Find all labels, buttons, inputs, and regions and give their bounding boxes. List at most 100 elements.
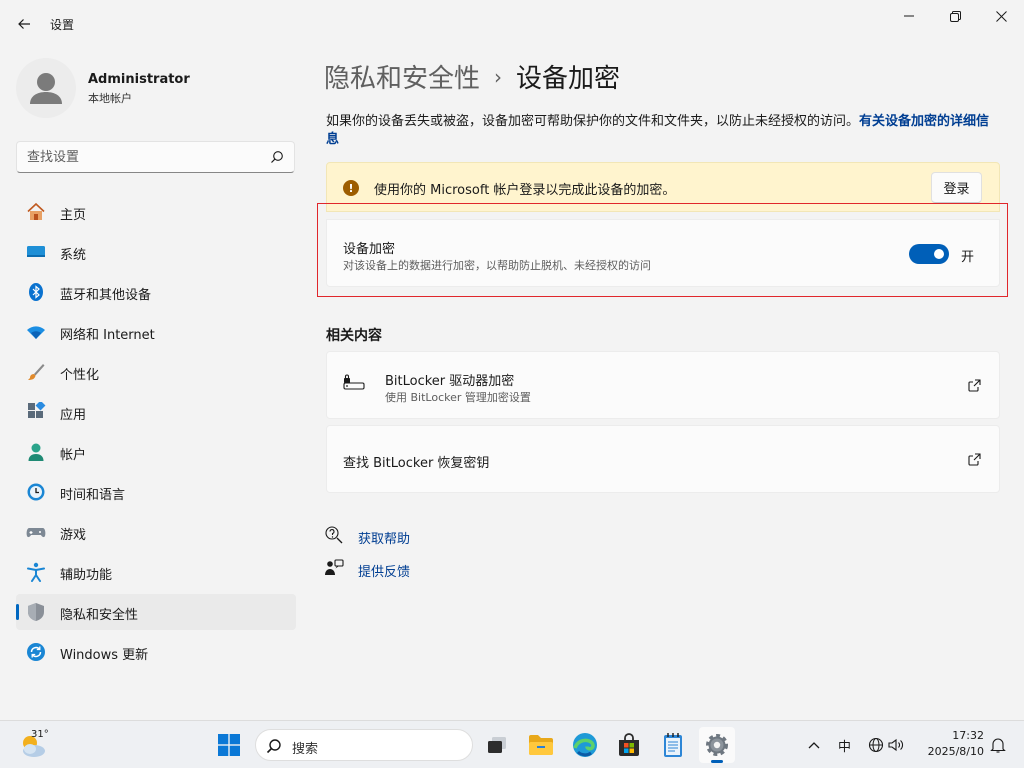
shield-icon [26,602,46,622]
sidebar-item-label: 系统 [60,248,87,263]
display-icon [26,242,46,262]
clock-date: 2025/8/10 [927,745,984,758]
page-description: 如果你的设备丢失或被盗，设备加密可帮助保护你的文件和文件夹，以防止未经授权的访问… [326,113,996,149]
brush-icon [26,362,46,382]
give-feedback-link[interactable]: 提供反馈 [324,559,410,581]
gamepad-icon [26,522,46,542]
notifications-button[interactable] [986,727,1010,763]
search-input[interactable] [27,148,257,166]
wifi-icon [26,322,46,342]
find-recovery-key-link[interactable]: 查找 BitLocker 恢复密钥 [326,425,1000,493]
card-subtitle: 使用 BitLocker 管理加密设置 [385,391,531,404]
help-icon [324,525,344,549]
store-button[interactable] [611,727,647,763]
sidebar-item-accounts[interactable]: 帐户 [16,434,296,470]
sidebar-item-label: 隐私和安全性 [60,608,139,623]
sidebar-item-label: 游戏 [60,528,87,543]
related-section-title: 相关内容 [326,328,382,344]
taskbar: 31° 搜索 中 17:32 2025/8/10 [0,720,1024,768]
external-link-icon [968,453,981,470]
file-explorer-button[interactable] [523,727,559,763]
sidebar-item-label: 网络和 Internet [60,328,155,343]
maximize-button[interactable] [932,0,978,32]
accessibility-icon [26,562,46,582]
sidebar-nav: 主页 系统 蓝牙和其他设备 网络和 Internet 个性化 应用 帐户 时间和… [16,194,296,674]
store-icon [619,733,639,756]
taskbar-search[interactable]: 搜索 [255,729,473,761]
search-icon [271,151,283,163]
sidebar-item-accessibility[interactable]: 辅助功能 [16,554,296,590]
user-avatar-icon [30,73,62,104]
sidebar-item-bluetooth[interactable]: 蓝牙和其他设备 [16,274,296,310]
gear-icon [706,734,728,756]
apps-icon [26,402,46,422]
give-feedback-label: 提供反馈 [358,564,411,580]
ime-indicator[interactable]: 中 [838,736,851,755]
get-help-label: 获取帮助 [358,531,411,547]
account-type: 本地帐户 [88,92,132,105]
arrow-left-icon [18,19,30,29]
sidebar-item-network[interactable]: 网络和 Internet [16,314,296,350]
breadcrumb-parent[interactable]: 隐私和安全性 [324,58,480,95]
external-link-icon [968,379,981,396]
breadcrumb-separator: › [494,64,503,89]
sidebar-item-label: 辅助功能 [60,568,113,583]
user-name: Administrator [88,72,190,87]
signin-button[interactable]: 登录 [931,172,982,203]
card-title: BitLocker 驱动器加密 [385,374,515,389]
breadcrumb: 隐私和安全性 › 设备加密 [324,58,620,95]
sidebar-item-apps[interactable]: 应用 [16,394,296,430]
weather-temperature: 31° [31,729,49,740]
sidebar-item-time-language[interactable]: 时间和语言 [16,474,296,510]
network-volume-tray[interactable] [862,727,910,763]
notification-bell-icon [990,738,1006,753]
sidebar-item-windows-update[interactable]: Windows 更新 [16,634,296,670]
back-button[interactable] [8,8,40,40]
settings-app-button[interactable] [699,727,735,763]
task-view-button[interactable] [479,727,515,763]
folder-icon [529,735,553,755]
bitlocker-drive-encryption-link[interactable]: BitLocker 驱动器加密 使用 BitLocker 管理加密设置 [326,351,1000,419]
restore-icon [949,10,961,22]
show-hidden-icons-button[interactable] [796,727,832,763]
edge-browser-button[interactable] [567,727,603,763]
home-icon [26,202,46,222]
get-help-link[interactable]: 获取帮助 [324,526,410,548]
warning-icon: ! [343,180,359,196]
start-button[interactable] [211,727,247,763]
windows-logo-icon [218,734,240,756]
settings-search[interactable] [16,141,295,173]
sidebar-item-home[interactable]: 主页 [16,194,296,230]
notepad-icon [664,733,682,757]
search-icon [266,739,281,754]
clock[interactable]: 17:32 2025/8/10 [922,728,984,760]
active-indicator [711,760,723,763]
avatar[interactable] [16,58,76,118]
title-bar: 设置 [0,0,1024,48]
notepad-button[interactable] [655,727,691,763]
highlight-frame [317,203,1008,297]
sidebar-item-label: 蓝牙和其他设备 [60,288,152,303]
chevron-up-icon [808,742,820,749]
sidebar-item-label: 帐户 [60,448,87,463]
sidebar-item-system[interactable]: 系统 [16,234,296,270]
sidebar-item-gaming[interactable]: 游戏 [16,514,296,550]
globe-icon [868,737,884,753]
close-icon [995,10,1007,22]
sidebar-item-label: 个性化 [60,368,100,383]
volume-icon [888,738,903,752]
clock-globe-icon [26,482,46,502]
bluetooth-icon [26,282,46,302]
edge-icon [573,733,597,757]
sidebar-item-label: 时间和语言 [60,488,126,503]
sidebar-item-privacy-security[interactable]: 隐私和安全性 [16,594,296,630]
warning-text: 使用你的 Microsoft 帐户登录以完成此设备的加密。 [374,183,676,198]
sidebar-item-personalization[interactable]: 个性化 [16,354,296,390]
person-icon [26,442,46,462]
sidebar-item-label: 主页 [60,208,87,223]
minimize-button[interactable] [886,0,932,32]
close-button[interactable] [978,0,1024,32]
task-view-icon [488,737,506,753]
taskbar-search-label: 搜索 [292,742,319,757]
drive-lock-icon [343,374,365,398]
